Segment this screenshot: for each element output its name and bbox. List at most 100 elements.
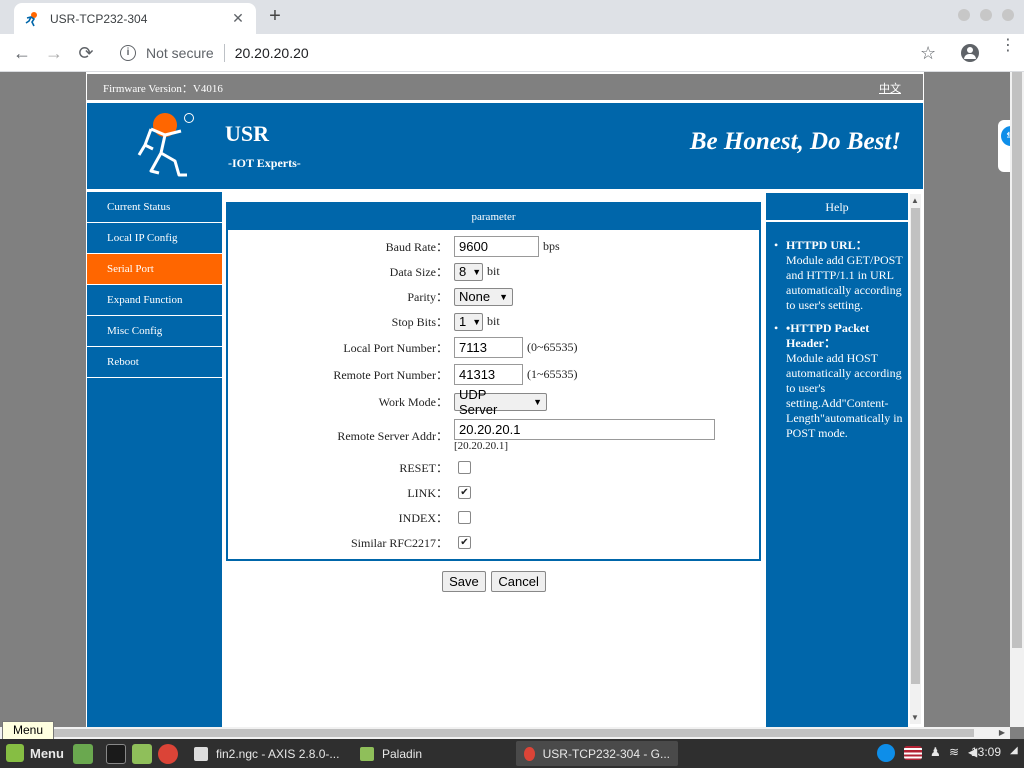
site-info-icon[interactable]: i: [120, 45, 136, 61]
taskbar-window-label: USR-TCP232-304 - G...: [542, 746, 670, 761]
data-size-unit: bit: [487, 264, 500, 278]
tab-title: USR-TCP232-304: [50, 11, 148, 26]
show-desktop-icon[interactable]: [73, 744, 93, 764]
show-desktop-corner-icon[interactable]: ◢: [1010, 745, 1018, 756]
device-web-page: Firmware Version：V4016 中文 USR -IOT Exper…: [86, 72, 924, 727]
remote-addr-row: Remote Server Addr： [20.20.20.1]: [228, 415, 759, 455]
sidebar-item-serial-port[interactable]: Serial Port: [87, 254, 222, 285]
close-window-button[interactable]: [1002, 9, 1014, 21]
keyboard-layout-flag-icon[interactable]: [904, 746, 922, 760]
data-size-row: Data Size： 8 ▼ bit: [228, 259, 759, 284]
help-item-text: Module add HOST automatically according …: [786, 351, 903, 440]
teamviewer-tray-icon[interactable]: [877, 744, 895, 762]
sidebar-item-current-status[interactable]: Current Status: [87, 192, 222, 223]
reload-icon[interactable]: ⟳: [74, 42, 98, 64]
browser-tab[interactable]: USR-TCP232-304 ✕: [14, 3, 256, 34]
page-vertical-scrollbar[interactable]: [1010, 72, 1024, 727]
folder-icon: [360, 746, 374, 761]
page-header: USR -IOT Experts- Be Honest, Do Best!: [87, 103, 923, 189]
remote-addr-input[interactable]: [454, 418, 715, 440]
work-mode-value: UDP Server: [459, 386, 498, 417]
wifi-icon[interactable]: ≋: [949, 745, 959, 759]
start-menu-label: Menu: [30, 745, 64, 761]
terminal-icon[interactable]: [106, 744, 126, 764]
sidebar-item-reboot[interactable]: Reboot: [87, 347, 222, 378]
form-buttons: Save Cancel: [226, 571, 762, 592]
account-icon[interactable]: [961, 44, 979, 62]
baud-rate-label: Baud Rate：: [385, 240, 448, 254]
scroll-down-icon[interactable]: ▼: [911, 713, 919, 722]
panel-title: parameter: [228, 204, 759, 230]
taskbar-window-label: Paladin: [382, 746, 423, 761]
parity-select[interactable]: None ▼: [454, 287, 513, 306]
start-menu-button[interactable]: Menu: [6, 744, 64, 762]
reset-checkbox[interactable]: [458, 461, 471, 474]
stop-bits-select[interactable]: 1 ▼: [454, 312, 483, 331]
link-checkbox[interactable]: ✔: [458, 486, 471, 499]
baud-rate-unit: bps: [543, 239, 560, 253]
scroll-right-icon[interactable]: ▶: [999, 728, 1005, 737]
maximize-button[interactable]: [980, 9, 992, 21]
index-row: INDEX：: [228, 505, 759, 530]
chevron-down-icon: ▼: [533, 396, 542, 407]
page-horizontal-scroll-thumb[interactable]: [14, 729, 974, 737]
address-bar[interactable]: i Not secure 20.20.20.20: [108, 39, 948, 67]
index-checkbox[interactable]: [458, 511, 471, 524]
usr-favicon-icon: [25, 11, 37, 26]
taskbar-window-chrome[interactable]: USR-TCP232-304 - G...: [516, 741, 678, 766]
parity-value: None: [459, 289, 491, 304]
forward-icon[interactable]: →: [42, 42, 66, 64]
index-label: INDEX：: [398, 511, 448, 525]
remote-port-label: Remote Port Number：: [333, 368, 448, 382]
sidebar-item-local-ip-config[interactable]: Local IP Config: [87, 223, 222, 254]
parity-row: Parity： None ▼: [228, 284, 759, 309]
page-horizontal-scrollbar[interactable]: ◀ ▶: [0, 727, 1010, 739]
chevron-down-icon: ▼: [499, 291, 508, 302]
sidebar-item-misc-config[interactable]: Misc Config: [87, 316, 222, 347]
frame-scroll-thumb[interactable]: [911, 208, 920, 684]
remote-port-range: (1~65535): [527, 367, 578, 381]
taskbar-window-paladin[interactable]: Paladin: [352, 741, 512, 766]
page-vertical-scroll-thumb[interactable]: [1012, 72, 1022, 648]
browser-menu-icon[interactable]: ⋮: [1000, 38, 1016, 54]
brand-tagline: -IOT Experts-: [228, 156, 301, 170]
baud-rate-input[interactable]: [454, 236, 539, 257]
remote-port-input[interactable]: [454, 364, 523, 385]
language-link[interactable]: 中文: [879, 80, 901, 96]
page-viewport: Firmware Version：V4016 中文 USR -IOT Exper…: [0, 72, 1010, 727]
taskbar-window-axis[interactable]: fin2.ngc - AXIS 2.8.0-...: [186, 741, 350, 766]
data-size-select[interactable]: 8 ▼: [454, 262, 483, 281]
back-icon[interactable]: ←: [10, 42, 34, 64]
scroll-up-icon[interactable]: ▲: [911, 196, 919, 205]
url-text[interactable]: 20.20.20.20: [235, 45, 309, 61]
cancel-button[interactable]: Cancel: [491, 571, 546, 592]
sidebar-nav: Current Status Local IP Config Serial Po…: [87, 192, 222, 727]
bookmark-star-icon[interactable]: ☆: [920, 43, 936, 64]
sidebar-item-expand-function[interactable]: Expand Function: [87, 285, 222, 316]
stop-bits-value: 1: [459, 314, 467, 329]
remote-addr-current: [20.20.20.1]: [454, 439, 509, 452]
new-tab-button[interactable]: +: [264, 5, 286, 27]
chevron-down-icon: ▼: [472, 316, 482, 327]
clock[interactable]: 13:09: [971, 745, 1001, 759]
rfc2217-checkbox[interactable]: ✔: [458, 536, 471, 549]
local-port-range: (0~65535): [527, 340, 578, 354]
tab-strip: USR-TCP232-304 ✕ +: [0, 0, 1024, 34]
chrome-icon[interactable]: [158, 744, 178, 764]
help-list: HTTPD URL： Module add GET/POST and HTTP/…: [766, 222, 908, 441]
local-port-input[interactable]: [454, 337, 523, 358]
omnibox-separator: [223, 44, 225, 62]
serial-port-form: parameter Baud Rate： bps Data Size： 8▼: [226, 202, 762, 592]
help-item: •HTTPD Packet Header： Module add HOST au…: [772, 321, 904, 441]
frame-scrollbar[interactable]: ▲ ▼: [910, 194, 921, 724]
files-icon[interactable]: [132, 744, 152, 764]
work-mode-select[interactable]: UDP Server ▼: [454, 387, 547, 417]
save-button[interactable]: Save: [442, 571, 486, 592]
help-item: HTTPD URL： Module add GET/POST and HTTP/…: [772, 238, 904, 313]
work-mode-label: Work Mode：: [378, 395, 448, 409]
close-tab-icon[interactable]: ✕: [230, 10, 246, 27]
usr-logo-icon: [137, 113, 194, 177]
user-icon[interactable]: ♟: [930, 745, 941, 759]
minimize-button[interactable]: [958, 9, 970, 21]
firmware-version: Firmware Version：V4016: [103, 83, 223, 95]
